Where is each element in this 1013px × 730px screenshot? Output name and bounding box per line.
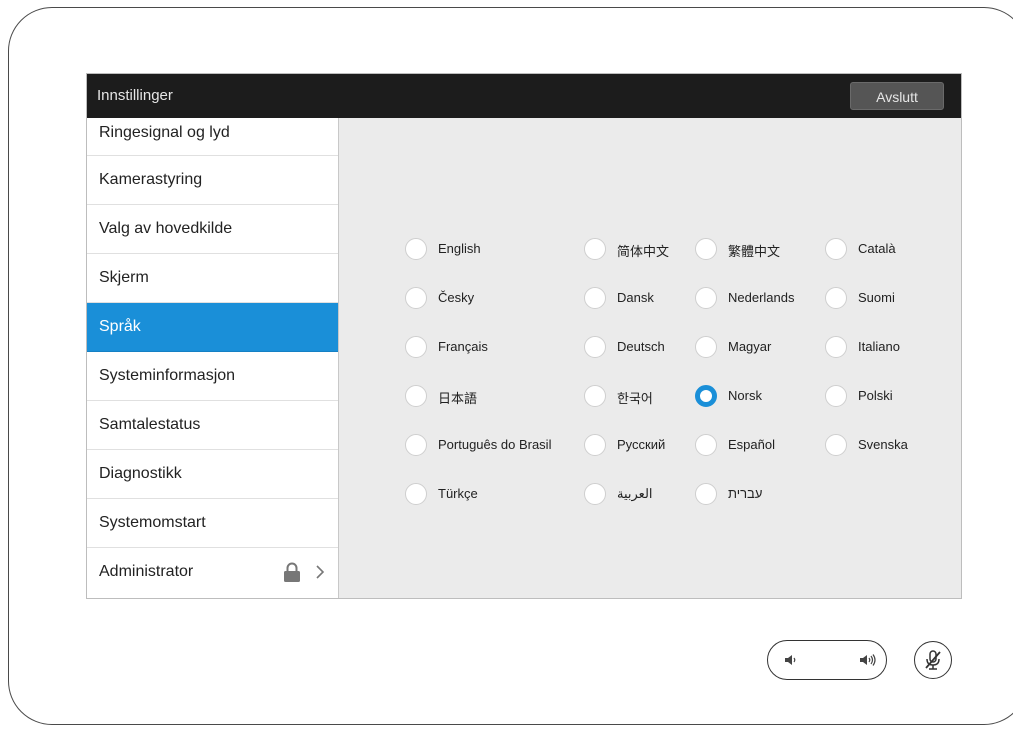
sidebar-item-system-information[interactable]: Systeminformasjon bbox=[87, 352, 338, 401]
radio-button[interactable] bbox=[695, 287, 717, 309]
language-label: Türkçe bbox=[438, 486, 478, 501]
radio-button[interactable] bbox=[405, 287, 427, 309]
chevron-right-icon bbox=[316, 565, 325, 579]
sidebar-item-label: Administrator bbox=[99, 563, 194, 580]
language-label: 简体中文 bbox=[617, 244, 670, 259]
sidebar-item-label: Språk bbox=[99, 318, 141, 335]
language-label: 한국어 bbox=[617, 391, 653, 406]
language-label: Italiano bbox=[858, 339, 900, 354]
radio-button[interactable] bbox=[405, 483, 427, 505]
radio-button[interactable] bbox=[825, 336, 847, 358]
sidebar-item-system-restart[interactable]: Systemomstart bbox=[87, 499, 338, 548]
language-label: Français bbox=[438, 339, 488, 354]
radio-button[interactable] bbox=[584, 336, 606, 358]
language-label: Magyar bbox=[728, 339, 772, 354]
radio-button[interactable] bbox=[584, 238, 606, 260]
sidebar-item-main-source[interactable]: Valg av hovedkilde bbox=[87, 205, 338, 254]
language-label: Русский bbox=[617, 437, 666, 452]
sidebar-item-label: Systeminformasjon bbox=[99, 367, 236, 384]
radio-button[interactable] bbox=[405, 238, 427, 260]
radio-button[interactable] bbox=[695, 336, 717, 358]
volume-control bbox=[767, 640, 887, 680]
language-label: English bbox=[438, 241, 481, 256]
language-label: Norsk bbox=[728, 388, 762, 403]
radio-button[interactable] bbox=[695, 483, 717, 505]
language-label: 日本語 bbox=[438, 391, 478, 406]
sidebar-item-screen[interactable]: Skjerm bbox=[87, 254, 338, 303]
sidebar-item-label: Skjerm bbox=[99, 269, 149, 286]
language-label: Suomi bbox=[858, 290, 895, 305]
radio-button-selected[interactable] bbox=[695, 385, 717, 407]
language-label: Polski bbox=[858, 388, 893, 403]
radio-button[interactable] bbox=[584, 483, 606, 505]
language-options-panel: English 简体中文 繁體中文 Català Česky Dansk Ned… bbox=[339, 118, 961, 598]
microphone-muted-icon bbox=[925, 650, 941, 670]
sidebar-item-language[interactable]: Språk bbox=[87, 303, 338, 352]
titlebar: Innstillinger Avslutt bbox=[87, 74, 961, 118]
sidebar-item-ringtone-sound[interactable]: Ringesignal og lyd bbox=[87, 118, 338, 156]
sidebar-item-administrator[interactable]: Administrator bbox=[87, 548, 338, 597]
radio-button[interactable] bbox=[695, 434, 717, 456]
language-label: Deutsch bbox=[617, 339, 665, 354]
sidebar-item-label: Systemomstart bbox=[99, 514, 206, 531]
sidebar-item-camera-control[interactable]: Kamerastyring bbox=[87, 156, 338, 205]
radio-button[interactable] bbox=[825, 287, 847, 309]
window-title: Innstillinger bbox=[97, 87, 173, 104]
language-label: עברית bbox=[728, 486, 763, 501]
language-label: العربية bbox=[617, 486, 653, 501]
radio-button[interactable] bbox=[405, 336, 427, 358]
language-label: Català bbox=[858, 241, 896, 256]
sidebar-item-label: Diagnostikk bbox=[99, 465, 182, 482]
sidebar-item-label: Ringesignal og lyd bbox=[99, 124, 230, 141]
sidebar: Ringesignal og lyd Kamerastyring Valg av… bbox=[87, 118, 339, 598]
language-label: Česky bbox=[438, 290, 475, 305]
lock-icon bbox=[284, 562, 300, 582]
language-label: Svenska bbox=[858, 437, 908, 452]
radio-button[interactable] bbox=[695, 238, 717, 260]
radio-button[interactable] bbox=[405, 434, 427, 456]
sidebar-item-label: Samtalestatus bbox=[99, 416, 201, 433]
language-label: 繁體中文 bbox=[728, 244, 781, 259]
radio-button[interactable] bbox=[584, 287, 606, 309]
sidebar-item-label: Kamerastyring bbox=[99, 171, 203, 188]
radio-button[interactable] bbox=[825, 385, 847, 407]
sidebar-item-label: Valg av hovedkilde bbox=[99, 220, 233, 237]
radio-button[interactable] bbox=[825, 238, 847, 260]
language-label: Español bbox=[728, 437, 775, 452]
language-label: Dansk bbox=[617, 290, 654, 305]
language-label: Português do Brasil bbox=[438, 437, 552, 452]
radio-button[interactable] bbox=[584, 434, 606, 456]
exit-button[interactable]: Avslutt bbox=[850, 82, 944, 110]
radio-button[interactable] bbox=[584, 385, 606, 407]
sidebar-item-diagnostics[interactable]: Diagnostikk bbox=[87, 450, 338, 499]
microphone-mute-button[interactable] bbox=[914, 641, 952, 679]
settings-window: Innstillinger Avslutt Ringesignal og lyd… bbox=[86, 73, 962, 599]
sidebar-item-call-status[interactable]: Samtalestatus bbox=[87, 401, 338, 450]
volume-down-icon[interactable] bbox=[783, 652, 799, 668]
radio-button[interactable] bbox=[825, 434, 847, 456]
language-label: Nederlands bbox=[728, 290, 795, 305]
volume-up-icon[interactable] bbox=[858, 652, 878, 668]
radio-button[interactable] bbox=[405, 385, 427, 407]
